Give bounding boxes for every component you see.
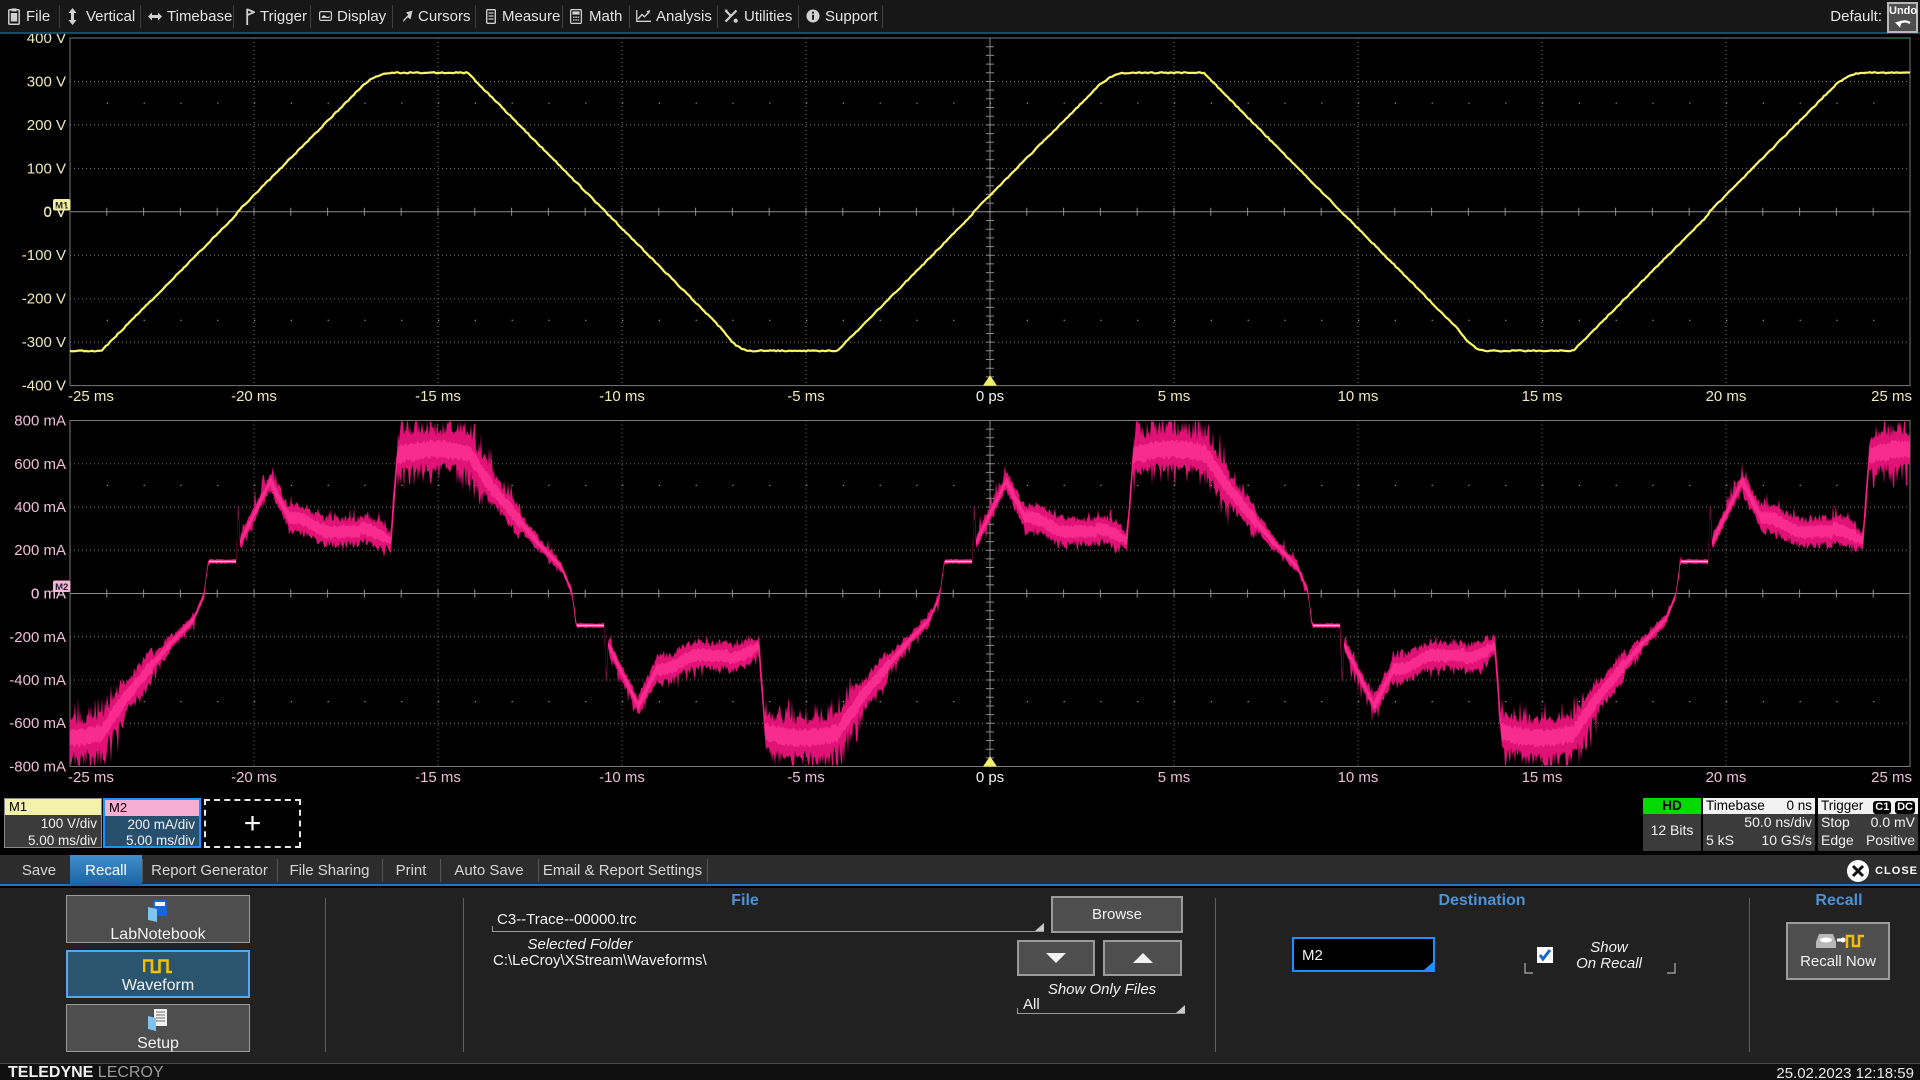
svg-text:-200 V: -200 V	[22, 291, 66, 308]
svg-text:-300 V: -300 V	[22, 334, 66, 351]
svg-text:400 mA: 400 mA	[14, 499, 66, 516]
svg-text:-15 ms: -15 ms	[415, 769, 461, 786]
svg-text:-5 ms: -5 ms	[787, 769, 825, 786]
svg-text:-15 ms: -15 ms	[415, 388, 461, 405]
svg-text:25 ms: 25 ms	[1871, 769, 1912, 786]
svg-text:0 mA: 0 mA	[31, 586, 66, 603]
svg-text:-10 ms: -10 ms	[599, 769, 645, 786]
svg-text:10 ms: 10 ms	[1338, 769, 1379, 786]
svg-text:800 mA: 800 mA	[14, 413, 66, 430]
svg-text:20 ms: 20 ms	[1706, 388, 1747, 405]
svg-text:600 mA: 600 mA	[14, 456, 66, 473]
svg-text:25 ms: 25 ms	[1871, 388, 1912, 405]
svg-text:-400 mA: -400 mA	[9, 672, 66, 689]
svg-text:15 ms: 15 ms	[1522, 769, 1563, 786]
svg-text:-25 ms: -25 ms	[68, 769, 114, 786]
svg-text:-200 mA: -200 mA	[9, 629, 66, 646]
svg-text:-600 mA: -600 mA	[9, 715, 66, 732]
svg-text:-800 mA: -800 mA	[9, 759, 66, 776]
svg-text:5 ms: 5 ms	[1158, 388, 1191, 405]
svg-text:-10 ms: -10 ms	[599, 388, 645, 405]
svg-text:100 V: 100 V	[27, 160, 66, 177]
svg-text:15 ms: 15 ms	[1522, 388, 1563, 405]
svg-text:0 ps: 0 ps	[976, 769, 1004, 786]
svg-text:10 ms: 10 ms	[1338, 388, 1379, 405]
svg-text:20 ms: 20 ms	[1706, 769, 1747, 786]
svg-text:200 mA: 200 mA	[14, 542, 66, 559]
svg-text:-5 ms: -5 ms	[787, 388, 825, 405]
svg-text:5 ms: 5 ms	[1158, 769, 1191, 786]
svg-text:0 V: 0 V	[43, 204, 66, 221]
svg-text:-20 ms: -20 ms	[231, 769, 277, 786]
svg-text:300 V: 300 V	[27, 74, 66, 91]
svg-text:-25 ms: -25 ms	[68, 388, 114, 405]
svg-text:-100 V: -100 V	[22, 247, 66, 264]
svg-text:-400 V: -400 V	[22, 378, 66, 395]
svg-text:0 ps: 0 ps	[976, 388, 1004, 405]
svg-text:200 V: 200 V	[27, 117, 66, 134]
svg-text:-20 ms: -20 ms	[231, 388, 277, 405]
